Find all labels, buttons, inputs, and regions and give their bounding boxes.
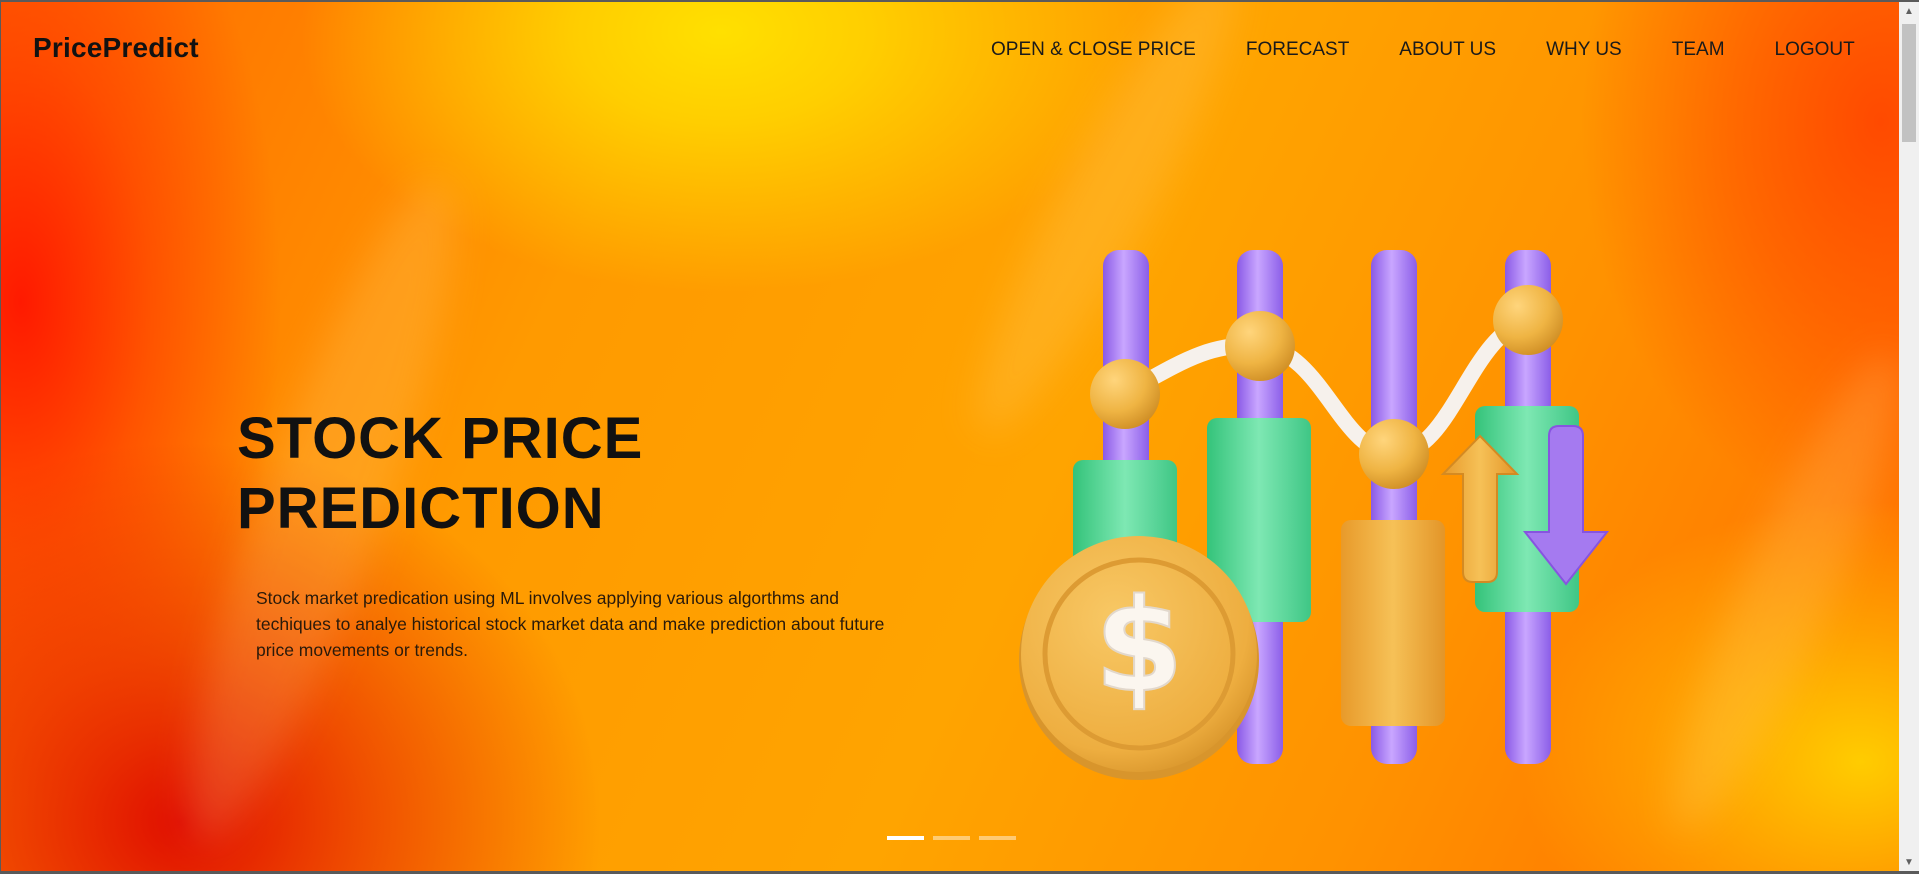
data-point — [1090, 359, 1160, 429]
candle-body-orange — [1341, 520, 1445, 726]
dollar-sign: $ — [1094, 572, 1183, 721]
carousel-indicator-1[interactable] — [887, 836, 924, 840]
carousel-indicators — [887, 836, 1016, 840]
nav-logout[interactable]: LOGOUT — [1775, 39, 1855, 61]
hero-title: STOCK PRICE PREDICTION — [237, 404, 757, 544]
nav-forecast[interactable]: FORECAST — [1246, 39, 1349, 61]
hero-section: PricePredict OPEN & CLOSE PRICE FORECAST… — [1, 2, 1899, 871]
data-point — [1493, 285, 1563, 355]
carousel-indicator-2[interactable] — [933, 836, 970, 840]
main-nav: OPEN & CLOSE PRICE FORECAST ABOUT US WHY… — [991, 39, 1855, 61]
carousel-indicator-3[interactable] — [979, 836, 1016, 840]
nav-open-close-price[interactable]: OPEN & CLOSE PRICE — [991, 39, 1196, 61]
scrollbar-thumb[interactable] — [1902, 24, 1916, 142]
hero-title-line-2: PREDICTION — [237, 476, 605, 541]
hero-description: Stock market predication using ML involv… — [256, 588, 885, 660]
scroll-down-arrow-icon[interactable]: ▼ — [1899, 853, 1919, 871]
data-point — [1225, 311, 1295, 381]
browser-frame: PricePredict OPEN & CLOSE PRICE FORECAST… — [0, 0, 1919, 874]
nav-team[interactable]: TEAM — [1672, 39, 1725, 61]
scroll-up-arrow-icon[interactable]: ▲ — [1899, 2, 1919, 20]
stock-chart-illustration-icon: $ — [1019, 250, 1610, 780]
background-streak — [1639, 336, 1899, 848]
data-point — [1359, 419, 1429, 489]
trend-line — [1119, 314, 1535, 463]
hero-title-line-1: STOCK PRICE — [237, 406, 644, 471]
brand-logo[interactable]: PricePredict — [33, 32, 199, 64]
nav-why-us[interactable]: WHY US — [1546, 39, 1622, 61]
nav-about-us[interactable]: ABOUT US — [1399, 39, 1496, 61]
dollar-coin-icon: $ — [1019, 536, 1259, 780]
vertical-scrollbar[interactable]: ▲ ▼ — [1899, 2, 1919, 871]
